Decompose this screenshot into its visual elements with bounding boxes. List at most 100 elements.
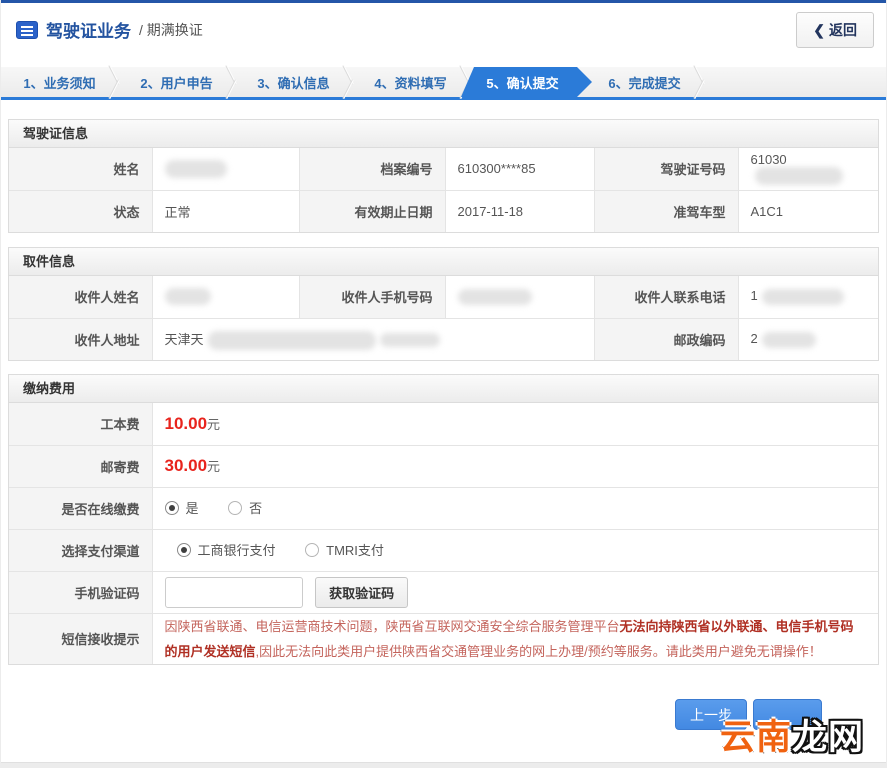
field-value-license-number: 61030 — [737, 148, 878, 191]
field-label-recipient-name: 收件人姓名 — [9, 276, 153, 319]
field-label-license-number: 驾驶证号码 — [593, 148, 739, 191]
redacted-value — [457, 289, 532, 306]
step-4-fill-data[interactable]: 4、资料填写 — [352, 67, 469, 97]
field-label-recipient-mobile: 收件人手机号码 — [298, 276, 446, 319]
field-label-recipient-address: 收件人地址 — [9, 317, 153, 360]
license-info-table: 姓名 档案编号 610300****85 驾驶证号码 61030 状态 正常 有… — [9, 148, 878, 232]
chevron-left-icon: ❮ — [813, 21, 825, 38]
redacted-value — [379, 333, 440, 348]
table-row: 收件人姓名 收件人手机号码 收件人联系电话 1 — [9, 276, 878, 319]
radio-selected-icon[interactable] — [164, 500, 179, 515]
work-fee-amount: 10.00 — [164, 413, 208, 433]
step-2-user-declaration[interactable]: 2、用户申告 — [118, 67, 235, 97]
field-label-status: 状态 — [9, 189, 153, 232]
get-sms-code-button[interactable]: 获取验证码 — [315, 576, 409, 608]
submit-button[interactable] — [753, 699, 822, 731]
mail-fee-amount: 30.00 — [164, 456, 208, 475]
step-label: 3、确认信息 — [257, 75, 330, 91]
field-value-recipient-name — [151, 276, 300, 319]
field-label-file-number: 档案编号 — [298, 148, 446, 191]
footer-actions: 上一步 — [8, 699, 879, 731]
fees-section: 缴纳费用 工本费 10.00元 邮寄费 30.00元 是否在线缴费 是 否 选择… — [8, 374, 879, 666]
field-label-work-fee: 工本费 — [9, 403, 153, 446]
section-title-pickup: 取件信息 — [9, 248, 878, 276]
breadcrumb: / 期满换证 — [139, 20, 203, 40]
radio-option-tmri[interactable]: TMRI支付 — [305, 540, 384, 559]
step-5-confirm-submit-active[interactable]: 5、确认提交 — [461, 67, 592, 97]
breadcrumb-current: 期满换证 — [146, 21, 203, 38]
page: 驾驶证业务 / 期满换证 ❮ 返回 1、业务须知 2、用户申告 3、确认信息 4、… — [0, 0, 887, 768]
field-value-vehicle-class: A1C1 — [737, 189, 878, 232]
bottom-strip — [1, 762, 886, 768]
table-row: 收件人地址 天津天 邮政编码 2 — [9, 317, 878, 360]
section-title-license: 驾驶证信息 — [9, 120, 878, 148]
field-label-vehicle-class: 准驾车型 — [593, 189, 739, 232]
value-prefix: 天津天 — [164, 331, 204, 347]
redacted-value — [164, 288, 211, 306]
page-title: 驾驶证业务 — [46, 22, 131, 41]
table-row: 状态 正常 有效期止日期 2017-11-18 准驾车型 A1C1 — [9, 189, 878, 232]
pickup-info-table: 收件人姓名 收件人手机号码 收件人联系电话 1 收件人地址 天津天 邮政编码 2 — [9, 276, 878, 360]
radio-label: 工商银行支付 — [197, 543, 276, 559]
license-service-icon — [16, 20, 38, 39]
field-value-name — [151, 148, 300, 191]
back-button-label: 返回 — [829, 21, 857, 38]
radio-option-no[interactable]: 否 — [228, 498, 262, 517]
field-value-mail-fee: 30.00元 — [151, 444, 878, 488]
fee-unit: 元 — [207, 459, 221, 474]
field-label-recipient-phone: 收件人联系电话 — [593, 276, 739, 319]
radio-unselected-icon[interactable] — [228, 500, 243, 515]
section-title-fees: 缴纳费用 — [9, 375, 878, 403]
fees-table: 工本费 10.00元 邮寄费 30.00元 是否在线缴费 是 否 选择支付渠道 — [9, 403, 878, 665]
back-button[interactable]: ❮ 返回 — [796, 11, 874, 48]
step-label: 5、确认提交 — [486, 75, 559, 91]
table-row: 邮寄费 30.00元 — [9, 444, 878, 488]
radio-unselected-icon[interactable] — [305, 542, 320, 557]
radio-label: TMRI支付 — [326, 543, 384, 559]
table-row: 选择支付渠道 工商银行支付 TMRI支付 — [9, 528, 878, 572]
table-row: 姓名 档案编号 610300****85 驾驶证号码 61030 — [9, 148, 878, 191]
field-value-valid-until: 2017-11-18 — [444, 189, 595, 232]
redacted-value — [761, 289, 844, 306]
step-3-confirm-info[interactable]: 3、确认信息 — [235, 67, 352, 97]
value-prefix: 1 — [750, 288, 758, 304]
step-label: 2、用户申告 — [140, 75, 213, 91]
radio-option-yes[interactable]: 是 — [164, 498, 199, 517]
radio-label: 否 — [249, 501, 263, 517]
redacted-value — [164, 159, 227, 178]
table-row: 工本费 10.00元 — [9, 403, 878, 446]
field-value-recipient-phone: 1 — [737, 276, 878, 319]
redacted-value — [207, 330, 376, 350]
step-label: 4、资料填写 — [374, 75, 447, 91]
value-prefix: 2 — [750, 330, 758, 346]
field-value-online-pay: 是 否 — [151, 486, 878, 530]
field-label-postal-code: 邮政编码 — [593, 317, 739, 360]
field-value-sms-notice: 因陕西省联通、电信运营商技术问题，陕西省互联网交通安全综合服务管理平台无法向持陕… — [151, 612, 878, 665]
table-row: 短信接收提示 因陕西省联通、电信运营商技术问题，陕西省互联网交通安全综合服务管理… — [9, 612, 878, 665]
field-label-pay-channel: 选择支付渠道 — [9, 528, 153, 572]
field-value-sms-code: 获取验证码 — [151, 570, 878, 614]
redacted-value — [761, 331, 816, 348]
field-value-postal-code: 2 — [737, 317, 878, 360]
content-area: 驾驶证信息 姓名 档案编号 610300****85 驾驶证号码 61030 状… — [1, 119, 886, 731]
license-info-section: 驾驶证信息 姓名 档案编号 610300****85 驾驶证号码 61030 状… — [8, 119, 879, 233]
radio-option-icbc[interactable]: 工商银行支付 — [176, 540, 276, 559]
previous-step-button[interactable]: 上一步 — [675, 699, 747, 731]
page-header: 驾驶证业务 / 期满换证 ❮ 返回 — [1, 3, 886, 56]
field-value-status: 正常 — [151, 189, 300, 232]
sms-notice-text: 因陕西省联通、电信运营商技术问题，陕西省互联网交通安全综合服务管理平台无法向持陕… — [165, 619, 854, 659]
field-value-recipient-address: 天津天 — [151, 317, 595, 360]
step-label: 1、业务须知 — [23, 75, 96, 91]
field-label-sms-code: 手机验证码 — [9, 570, 153, 614]
radio-selected-icon[interactable] — [176, 542, 191, 557]
step-6-finish-submit[interactable]: 6、完成提交 — [586, 67, 703, 97]
step-1-business-notice[interactable]: 1、业务须知 — [1, 67, 118, 97]
notice-part-1: 因陕西省联通、电信运营商技术问题，陕西省互联网交通安全综合服务管理平台 — [164, 618, 620, 634]
field-value-recipient-mobile — [444, 276, 595, 319]
step-label: 6、完成提交 — [608, 75, 681, 91]
redacted-value — [754, 167, 843, 186]
field-label-mail-fee: 邮寄费 — [9, 444, 153, 488]
fee-unit: 元 — [207, 416, 221, 432]
sms-code-input[interactable] — [164, 576, 303, 608]
value-prefix: 61030 — [750, 152, 787, 168]
